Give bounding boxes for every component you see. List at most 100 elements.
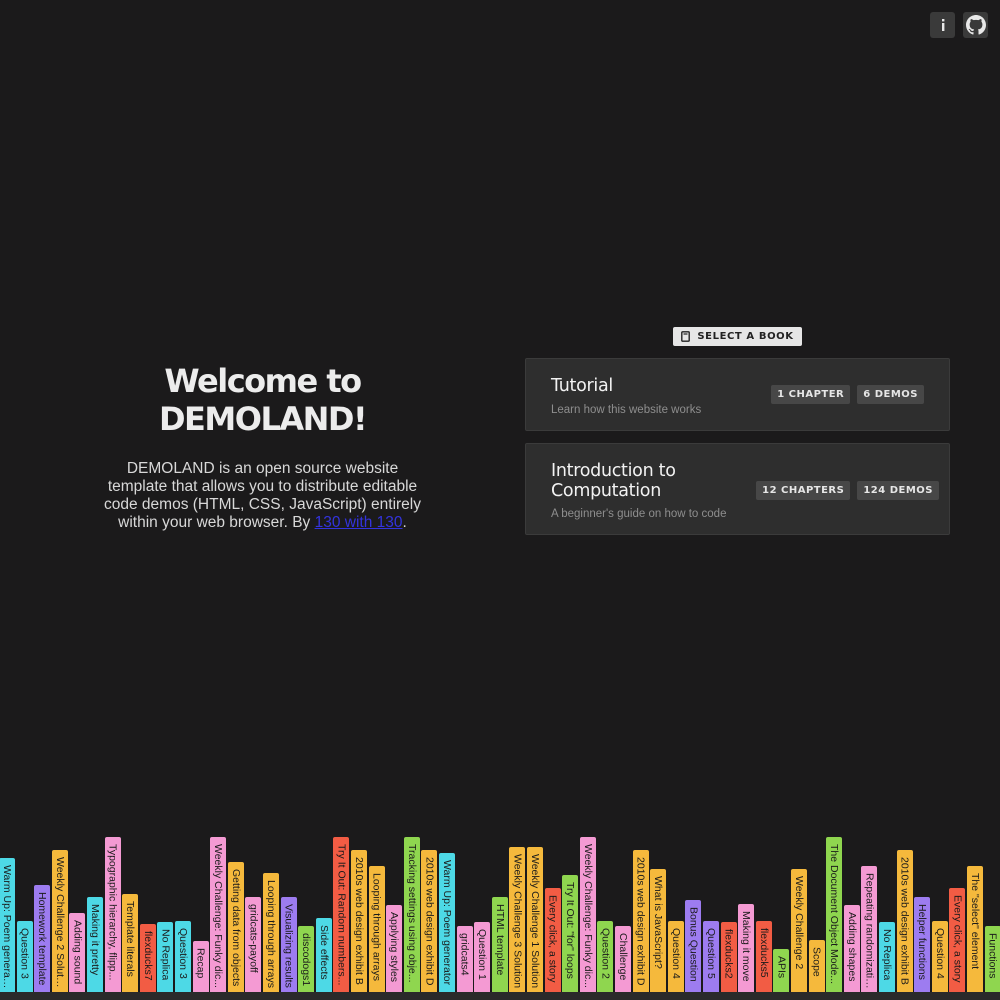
- demo-book-label: Side effects: [317, 925, 330, 980]
- demo-book[interactable]: Weekly Challenge 1 Solution: [527, 847, 543, 992]
- demo-book-label: Weekly Challenge: Funky dic...: [212, 844, 225, 988]
- demo-book[interactable]: Bonus Question: [685, 900, 702, 992]
- demo-book[interactable]: HTML template: [491, 897, 508, 992]
- author-link[interactable]: 130 with 130: [315, 514, 403, 531]
- intro-text-end: .: [402, 514, 407, 531]
- demo-book[interactable]: Scope: [808, 940, 825, 992]
- demo-book[interactable]: 2010s web design exhibit D: [632, 850, 649, 992]
- demo-book[interactable]: No Replica: [157, 922, 174, 992]
- demo-book[interactable]: Weekly Challenge: Funky dic...: [210, 837, 227, 992]
- demo-book[interactable]: flexducks7: [139, 924, 156, 992]
- demo-book[interactable]: Tracking settings using obje...: [403, 837, 420, 992]
- demo-book[interactable]: Side effects: [315, 918, 332, 992]
- demo-book[interactable]: Visualizing results: [280, 897, 297, 992]
- demo-book[interactable]: 2010s web design exhibit B: [351, 850, 367, 992]
- demo-book[interactable]: Repeating randomization: [861, 866, 878, 992]
- demo-book[interactable]: 2010s web design exhibit D: [421, 850, 438, 992]
- demo-book-label: Adding sound: [71, 920, 84, 985]
- demo-book[interactable]: Functions: [984, 926, 1000, 992]
- demo-book[interactable]: Weekly Challenge 3 Solution: [509, 847, 526, 992]
- demo-book[interactable]: What is JavaScript?: [650, 869, 667, 992]
- book-card-tutorial[interactable]: Tutorial Learn how this website works 1 …: [525, 358, 950, 431]
- demo-book-label: flexducks5: [757, 928, 770, 978]
- demo-book-label: Functions: [986, 933, 999, 979]
- demo-book-label: Every click, a story: [546, 895, 559, 983]
- demo-book-label: gridcats-payoff: [247, 904, 260, 973]
- demo-book-label: 2010s web design exhibit B: [898, 857, 911, 985]
- demo-book-label: Question 4: [669, 928, 682, 979]
- demo-book[interactable]: gridcats4: [456, 926, 473, 992]
- demo-book[interactable]: Question 3: [16, 921, 33, 992]
- demo-book-label: Weekly Challenge: Funky dic...: [581, 844, 594, 988]
- demo-book-label: The "select" element: [969, 873, 981, 970]
- demo-book-label: 2010s web design exhibit D: [634, 857, 647, 986]
- demo-book[interactable]: The "select" element: [967, 866, 983, 992]
- info-button[interactable]: [930, 12, 955, 38]
- demo-book[interactable]: Question 2: [597, 921, 614, 992]
- book-title: Tutorial: [551, 376, 613, 396]
- demo-book-label: Question 5: [705, 928, 717, 979]
- demo-count-badge: 6 DEMOS: [857, 385, 924, 404]
- demo-book[interactable]: Adding shapes: [843, 905, 860, 992]
- demo-book[interactable]: Weekly Challenge 2: [791, 869, 807, 992]
- demo-book[interactable]: Homework template: [34, 885, 51, 992]
- demo-book[interactable]: APIs: [773, 949, 790, 992]
- demo-book[interactable]: Recap: [192, 941, 209, 992]
- demo-book[interactable]: Helper functions: [914, 897, 931, 992]
- demo-book[interactable]: Challenge: [615, 926, 631, 992]
- demo-book-label: Visualizing results: [282, 904, 295, 988]
- demo-book[interactable]: Warm Up: Poem generator: [439, 853, 455, 992]
- demo-book[interactable]: flexducks2: [720, 922, 737, 992]
- demo-book[interactable]: Every click, a story: [544, 888, 561, 992]
- demo-book[interactable]: 2010s web design exhibit B: [896, 850, 913, 992]
- demo-book[interactable]: Every click, a story: [949, 888, 966, 992]
- demo-book[interactable]: Question 4: [667, 921, 684, 992]
- demo-book[interactable]: Template literals: [122, 894, 139, 992]
- select-book-text: SELECT A BOOK: [697, 331, 794, 342]
- demo-book-label: Making it pretty: [89, 904, 101, 976]
- demo-book[interactable]: flexducks5: [755, 921, 772, 992]
- demo-book[interactable]: Typographic hierarchy, flipp...: [104, 837, 121, 992]
- demo-book-label: flexducks7: [141, 931, 154, 981]
- demo-book[interactable]: Try It Out: Random numbers...: [333, 837, 350, 992]
- demo-book-label: Weekly Challenge 3 Solution: [511, 854, 524, 989]
- demo-book-label: Scope: [810, 947, 823, 977]
- book-card-intro-computation[interactable]: Introduction to Computation A beginner's…: [525, 443, 950, 535]
- demo-book[interactable]: Applying styles: [386, 905, 403, 992]
- demo-book-label: What is JavaScript?: [652, 876, 665, 969]
- book-tags: 1 CHAPTER 6 DEMOS: [771, 385, 924, 404]
- demo-book[interactable]: Adding sound: [69, 913, 86, 992]
- demo-book[interactable]: Warm Up: Poem generator: [0, 858, 15, 992]
- chapter-count-badge: 1 CHAPTER: [771, 385, 851, 404]
- demo-book[interactable]: The Document Object Mode...: [826, 837, 843, 992]
- demo-book[interactable]: Making it move: [738, 904, 755, 992]
- demo-book[interactable]: Looping through arrays: [263, 873, 279, 992]
- demo-book-label: Question 4: [933, 928, 946, 979]
- demo-book[interactable]: Weekly Challenge: Funky dic...: [579, 837, 596, 992]
- demo-book[interactable]: Weekly Challenge 2 Solution: [51, 850, 68, 992]
- demo-book-label: Repeating randomization: [863, 873, 876, 989]
- demo-book[interactable]: Question 3: [175, 921, 191, 992]
- demo-book-label: Try It Out: Random numbers...: [335, 844, 348, 986]
- demo-book-label: Try It Out: "for" loops: [564, 882, 577, 979]
- demo-book[interactable]: Looping through arrays: [368, 866, 385, 992]
- book-description: A beginner's guide on how to code: [551, 508, 727, 520]
- book-icon: [681, 331, 691, 342]
- demo-book[interactable]: No Replica: [879, 922, 895, 992]
- demo-book[interactable]: gridcats-payoff: [245, 897, 262, 992]
- github-button[interactable]: [963, 12, 988, 38]
- demo-book[interactable]: discodogs1: [298, 926, 315, 992]
- intro-text: DEMOLAND is an open source website templ…: [103, 460, 423, 532]
- demo-book[interactable]: Making it pretty: [87, 897, 103, 992]
- demo-book-label: Helper functions: [916, 904, 929, 980]
- demo-book[interactable]: Try It Out: "for" loops: [562, 875, 579, 992]
- demo-book-label: Getting data from objects: [229, 869, 242, 987]
- demo-book-label: Question 1: [476, 929, 489, 980]
- demo-book[interactable]: Question 1: [474, 922, 491, 992]
- demo-book[interactable]: Question 4: [931, 921, 948, 992]
- demo-book-label: Template literals: [124, 901, 137, 977]
- demo-book-label: Looping through arrays: [370, 873, 383, 981]
- demo-book-label: Every click, a story: [951, 895, 964, 983]
- demo-book[interactable]: Getting data from objects: [227, 862, 244, 992]
- demo-book[interactable]: Question 5: [703, 921, 719, 992]
